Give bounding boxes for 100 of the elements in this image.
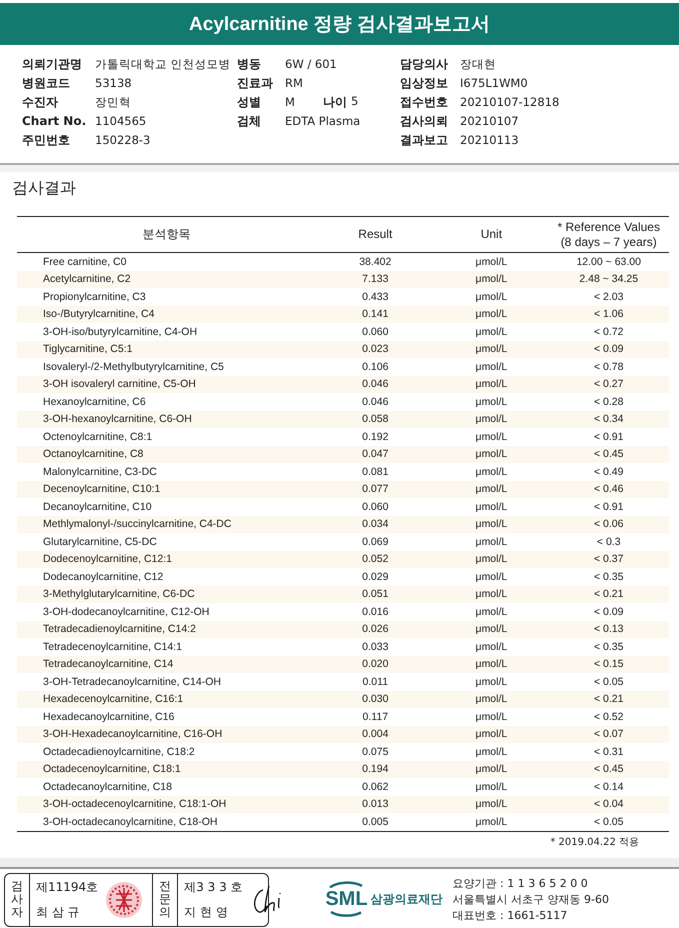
table-cell: μmol/L <box>476 746 508 758</box>
column-header: Result <box>358 227 392 241</box>
table-cell: μmol/L <box>476 256 508 268</box>
table-cell: < 0.72 <box>594 326 624 338</box>
field-value: 53138 <box>95 76 132 90</box>
table-cell: μmol/L <box>476 378 508 390</box>
field-label: 검사의뢰 <box>400 112 448 130</box>
field-value: I675L1WM0 <box>460 76 528 90</box>
table-cell: Dodecenoylcarnitine, C12:1 <box>43 553 172 565</box>
table-cell: μmol/L <box>476 518 508 530</box>
license-number: 제11194호 <box>36 878 98 896</box>
table-cell: Iso-/Butyrylcarnitine, C4 <box>43 308 154 320</box>
table-cell: μmol/L <box>476 326 508 338</box>
field-value: 장민혁 <box>95 94 131 110</box>
table-cell: < 0.06 <box>594 518 624 530</box>
table-cell: μmol/L <box>476 658 508 670</box>
table-cell: < 0.49 <box>594 466 624 478</box>
table-cell: 0.060 <box>362 326 388 338</box>
table-cell: μmol/L <box>476 798 508 810</box>
table-cell: 0.029 <box>362 570 388 582</box>
table-cell: < 0.05 <box>594 816 624 828</box>
table-cell: < 0.21 <box>594 693 624 705</box>
table-cell: 0.005 <box>362 816 388 828</box>
table-cell: 2.48 ~ 34.25 <box>579 273 638 285</box>
field-label: 결과보고 <box>400 132 448 148</box>
table-cell: μmol/L <box>476 710 508 722</box>
table-cell: Malonylcarnitine, C3-DC <box>43 466 157 478</box>
field-label: 임상정보 <box>400 74 448 92</box>
field-label: 성별 <box>237 94 261 110</box>
table-cell: 3-OH-dodecanoylcarnitine, C12-OH <box>43 606 210 618</box>
table-cell: 0.194 <box>362 763 388 775</box>
field-label: 의뢰기관명 <box>22 56 82 72</box>
field-value: 20210107 <box>460 114 519 128</box>
section-title: 검사결과 <box>12 178 76 197</box>
table-cell: Octenoylcarnitine, C8:1 <box>43 430 152 442</box>
table-cell: < 0.13 <box>594 623 624 635</box>
lab-info: 대표번호 : 1661-5117 <box>452 908 568 923</box>
table-cell: 0.030 <box>362 693 388 705</box>
table-cell: < 0.78 <box>594 360 624 372</box>
table-cell: Octadecenoylcarnitine, C18:1 <box>43 763 181 775</box>
table-cell: 0.047 <box>362 448 388 460</box>
table-cell: μmol/L <box>476 623 508 635</box>
table-cell: Propionylcarnitine, C3 <box>43 290 146 302</box>
table-cell: 3-Methylglutarylcarnitine, C6-DC <box>43 588 195 600</box>
table-cell: Octanoylcarnitine, C8 <box>43 448 144 460</box>
table-cell: 0.033 <box>362 640 388 652</box>
field-value: 1104565 <box>95 114 146 128</box>
table-cell: Octadecadienoylcarnitine, C18:2 <box>43 746 195 758</box>
table-cell: 12.00 ~ 63.00 <box>576 256 641 268</box>
field-label: 수진자 <box>22 94 58 110</box>
table-cell: μmol/L <box>476 290 508 302</box>
table-cell: 0.075 <box>362 746 388 758</box>
table-cell: 0.106 <box>362 360 388 372</box>
field-value: M <box>285 95 295 109</box>
table-cell: 38.402 <box>359 256 392 268</box>
column-header: Unit <box>480 227 502 241</box>
table-cell: μmol/L <box>476 360 508 372</box>
table-cell: 0.058 <box>362 413 388 425</box>
field-value: 장대현 <box>460 56 496 72</box>
table-cell: < 0.09 <box>594 343 624 355</box>
table-cell: 0.141 <box>362 308 388 320</box>
table-cell: μmol/L <box>476 553 508 565</box>
table-cell: μmol/L <box>476 606 508 618</box>
field-value: EDTA Plasma <box>285 114 360 128</box>
table-cell: Tetradecenoylcarnitine, C14:1 <box>43 640 182 652</box>
table-cell: < 2.03 <box>594 290 624 302</box>
field-value: 150228-3 <box>95 133 150 147</box>
table-cell: μmol/L <box>476 308 508 320</box>
table-cell: 0.034 <box>362 518 388 530</box>
license-number: 제3 3 3 호 <box>184 878 243 896</box>
table-cell: Methlymalonyl-/succinylcarnitine, C4-DC <box>43 518 232 530</box>
table-cell: 3-OH isovaleryl carnitine, C5-OH <box>43 378 196 390</box>
table-cell: Decenoylcarnitine, C10:1 <box>43 483 160 495</box>
table-cell: < 0.91 <box>594 430 624 442</box>
table-cell: 7.133 <box>362 273 388 285</box>
table-cell: μmol/L <box>476 273 508 285</box>
table-cell: < 0.14 <box>594 780 624 792</box>
table-cell: μmol/L <box>476 343 508 355</box>
table-cell: μmol/L <box>476 763 508 775</box>
lab-name: 삼광의료재단 <box>370 891 443 908</box>
field-label: 병원코드 <box>22 74 70 92</box>
table-cell: μmol/L <box>476 780 508 792</box>
lab-info: 요양기관 : 1 1 3 6 5 2 0 0 <box>452 876 589 891</box>
table-cell: 0.081 <box>362 466 388 478</box>
field-label: 나이 <box>322 94 347 110</box>
table-cell: μmol/L <box>476 693 508 705</box>
table-cell: μmol/L <box>476 816 508 828</box>
table-cell: < 0.45 <box>594 448 624 460</box>
table-cell: < 0.35 <box>594 640 624 652</box>
table-cell: Decanoylcarnitine, C10 <box>43 500 152 512</box>
table-cell: μmol/L <box>476 640 508 652</box>
field-label: 병동 <box>237 56 261 72</box>
table-cell: Hexadecanoylcarnitine, C16 <box>43 710 174 722</box>
signer-name: 최 삼 규 <box>36 904 81 920</box>
table-cell: Tiglycarnitine, C5:1 <box>43 343 132 355</box>
table-cell: < 0.52 <box>594 710 624 722</box>
table-cell: < 0.27 <box>594 378 624 390</box>
table-cell: Octadecanoylcarnitine, C18 <box>43 780 172 792</box>
table-cell: 0.026 <box>362 623 388 635</box>
table-cell: < 0.04 <box>594 798 624 810</box>
